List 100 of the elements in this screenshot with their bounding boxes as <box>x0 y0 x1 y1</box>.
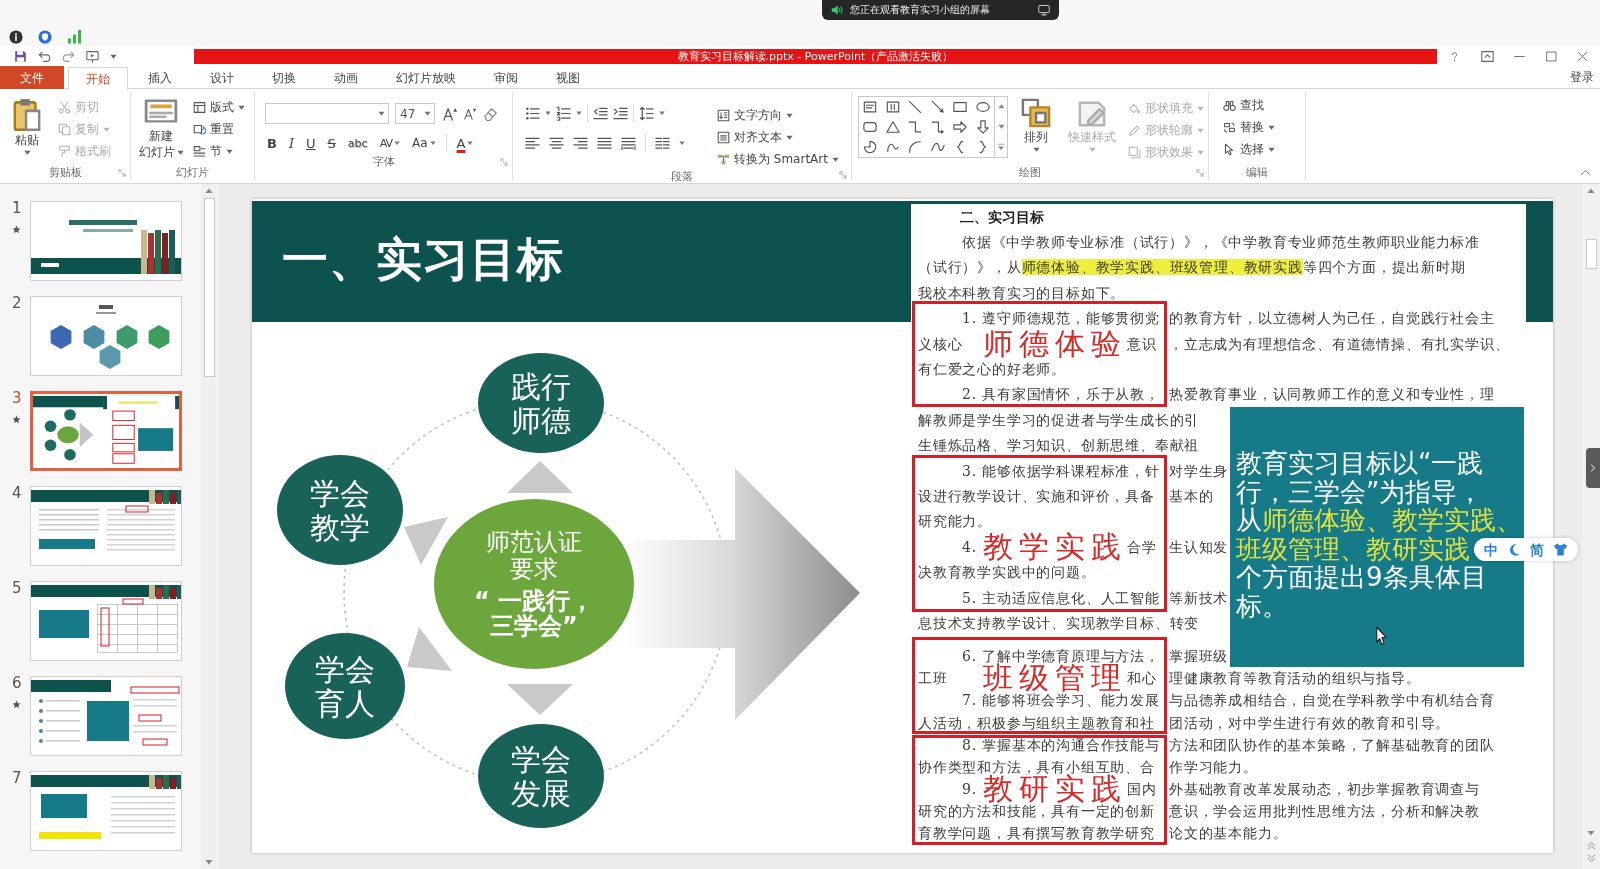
arc-shape-icon[interactable] <box>908 140 923 154</box>
justify-icon[interactable] <box>597 135 612 151</box>
scroll-down-icon[interactable] <box>205 858 213 866</box>
character-spacing-button[interactable]: AV <box>377 133 402 153</box>
align-right-icon[interactable] <box>573 135 588 151</box>
shape-gallery[interactable] <box>858 96 1008 158</box>
slide-thumbnail[interactable] <box>30 676 182 756</box>
select-button[interactable]: 选择 <box>1221 139 1277 160</box>
section-button[interactable]: 节 <box>191 141 247 162</box>
redo-icon[interactable] <box>62 49 75 63</box>
maximize-icon[interactable] <box>1545 50 1557 62</box>
reset-button[interactable]: 重置 <box>191 119 247 140</box>
scroll-up-icon[interactable] <box>997 103 1005 111</box>
help-icon[interactable] <box>1449 50 1460 62</box>
align-left-icon[interactable] <box>525 135 540 151</box>
rectangle-shape-icon[interactable] <box>953 100 968 114</box>
down-arrow-shape-icon[interactable] <box>975 120 990 134</box>
ribbon-tab[interactable]: 审阅 <box>476 66 536 89</box>
moon-icon[interactable] <box>1507 542 1521 557</box>
close-icon[interactable] <box>1577 50 1588 62</box>
slide-thumbnail[interactable] <box>30 486 182 566</box>
eraser-icon[interactable] <box>483 106 498 121</box>
sign-in-link[interactable]: 登录 <box>1570 68 1594 86</box>
scroll-down-icon[interactable] <box>1587 829 1595 837</box>
ribbon-tab[interactable]: 幻灯片放映 <box>378 66 474 89</box>
save-icon[interactable] <box>14 49 27 63</box>
scroll-up-icon[interactable] <box>1587 187 1595 195</box>
ribbon-tab[interactable]: 文件 <box>0 66 64 89</box>
text-box-shape-icon[interactable] <box>863 100 878 114</box>
caret-icon[interactable] <box>679 140 685 146</box>
scroll-up-icon[interactable] <box>205 187 213 195</box>
slide-thumbnail[interactable] <box>30 201 182 281</box>
bullet-list-icon[interactable] <box>525 105 540 121</box>
caret-icon[interactable] <box>545 110 551 116</box>
line-shape-icon[interactable] <box>908 100 923 114</box>
find-button[interactable]: 查找 <box>1221 95 1277 116</box>
increase-indent-icon[interactable] <box>613 105 628 121</box>
decrease-indent-icon[interactable] <box>593 105 608 121</box>
oval-shape-icon[interactable] <box>975 100 990 114</box>
script-toggle[interactable]: 简 <box>1530 541 1544 558</box>
scrollbar-thumb[interactable] <box>1585 239 1597 269</box>
font-size-field[interactable]: 47 <box>395 103 435 124</box>
slide-thumbnail[interactable] <box>30 581 182 661</box>
slide-thumbnail[interactable] <box>30 771 182 851</box>
font-color-button[interactable]: A <box>454 133 476 153</box>
paste-button[interactable]: 粘贴 <box>8 95 46 156</box>
numbered-list-icon[interactable] <box>556 105 571 121</box>
panel-toggle-button[interactable] <box>1586 448 1600 488</box>
arrow-line-shape-icon[interactable] <box>930 100 945 114</box>
layout-button[interactable]: 版式 <box>191 97 247 118</box>
block-arrow-shape-icon[interactable] <box>953 120 968 134</box>
replace-button[interactable]: 替换 <box>1221 117 1277 138</box>
grow-font-icon[interactable] <box>443 106 458 121</box>
more-icon[interactable] <box>997 142 1005 151</box>
text-shadow-button[interactable]: abc <box>345 133 370 153</box>
undo-icon[interactable] <box>38 49 51 63</box>
caret-icon[interactable] <box>576 110 582 116</box>
presentation-icon[interactable] <box>86 49 99 63</box>
elbow-connector-shape-icon[interactable] <box>908 120 923 134</box>
change-case-button[interactable]: Aa <box>410 133 438 153</box>
vertical-text-box-shape-icon[interactable] <box>885 100 900 114</box>
shirt-icon[interactable] <box>1553 542 1568 557</box>
ribbon-display-icon[interactable] <box>1480 49 1494 63</box>
info-icon[interactable] <box>9 30 23 44</box>
screen-icon[interactable] <box>1038 4 1050 16</box>
distribute-icon[interactable] <box>621 135 636 151</box>
scroll-down-icon[interactable] <box>997 123 1005 130</box>
caret-icon[interactable] <box>659 110 665 116</box>
caret-icon[interactable] <box>110 52 117 60</box>
partial-circle-shape-icon[interactable] <box>863 140 878 154</box>
align-center-icon[interactable] <box>549 135 564 151</box>
triangle-shape-icon[interactable] <box>885 120 900 134</box>
collapse-ribbon-icon[interactable] <box>1580 167 1591 178</box>
shrink-font-icon[interactable] <box>464 107 477 120</box>
text-direction-button[interactable]: 文字方向 <box>715 105 841 126</box>
slide-thumbnail[interactable] <box>30 391 182 471</box>
curve-shape-icon[interactable] <box>930 140 945 154</box>
input-mode-toggle[interactable]: 中 <box>1484 541 1498 558</box>
italic-button[interactable]: I <box>286 133 297 153</box>
ribbon-tab[interactable]: 插入 <box>130 66 190 89</box>
slide-thumbnail[interactable] <box>30 296 182 376</box>
ribbon-tab[interactable]: 视图 <box>538 66 598 89</box>
arrange-button[interactable]: 排列 <box>1014 96 1058 153</box>
rounded-rectangle-shape-icon[interactable] <box>863 120 878 134</box>
underline-button[interactable]: U <box>304 133 318 153</box>
elbow-arrow-shape-icon[interactable] <box>930 120 945 134</box>
shield-icon[interactable] <box>38 30 52 44</box>
align-text-button[interactable]: 对齐文本 <box>715 127 841 148</box>
new-slide-button[interactable]: 新建 幻灯片 <box>139 95 183 159</box>
line-spacing-icon[interactable] <box>639 105 654 121</box>
ribbon-tab[interactable]: 动画 <box>316 66 376 89</box>
smartart-button[interactable]: 转换为 SmartArt <box>715 149 841 170</box>
font-name-field[interactable] <box>265 103 389 124</box>
columns-icon[interactable] <box>655 135 670 151</box>
ribbon-tab[interactable]: 开始 <box>68 67 128 90</box>
bold-button[interactable]: B <box>265 133 279 153</box>
strikethrough-button[interactable]: S <box>325 133 338 153</box>
scrollbar-thumb[interactable] <box>203 198 215 377</box>
ribbon-tab[interactable]: 切换 <box>254 66 314 89</box>
ribbon-tab[interactable]: 设计 <box>192 66 252 89</box>
